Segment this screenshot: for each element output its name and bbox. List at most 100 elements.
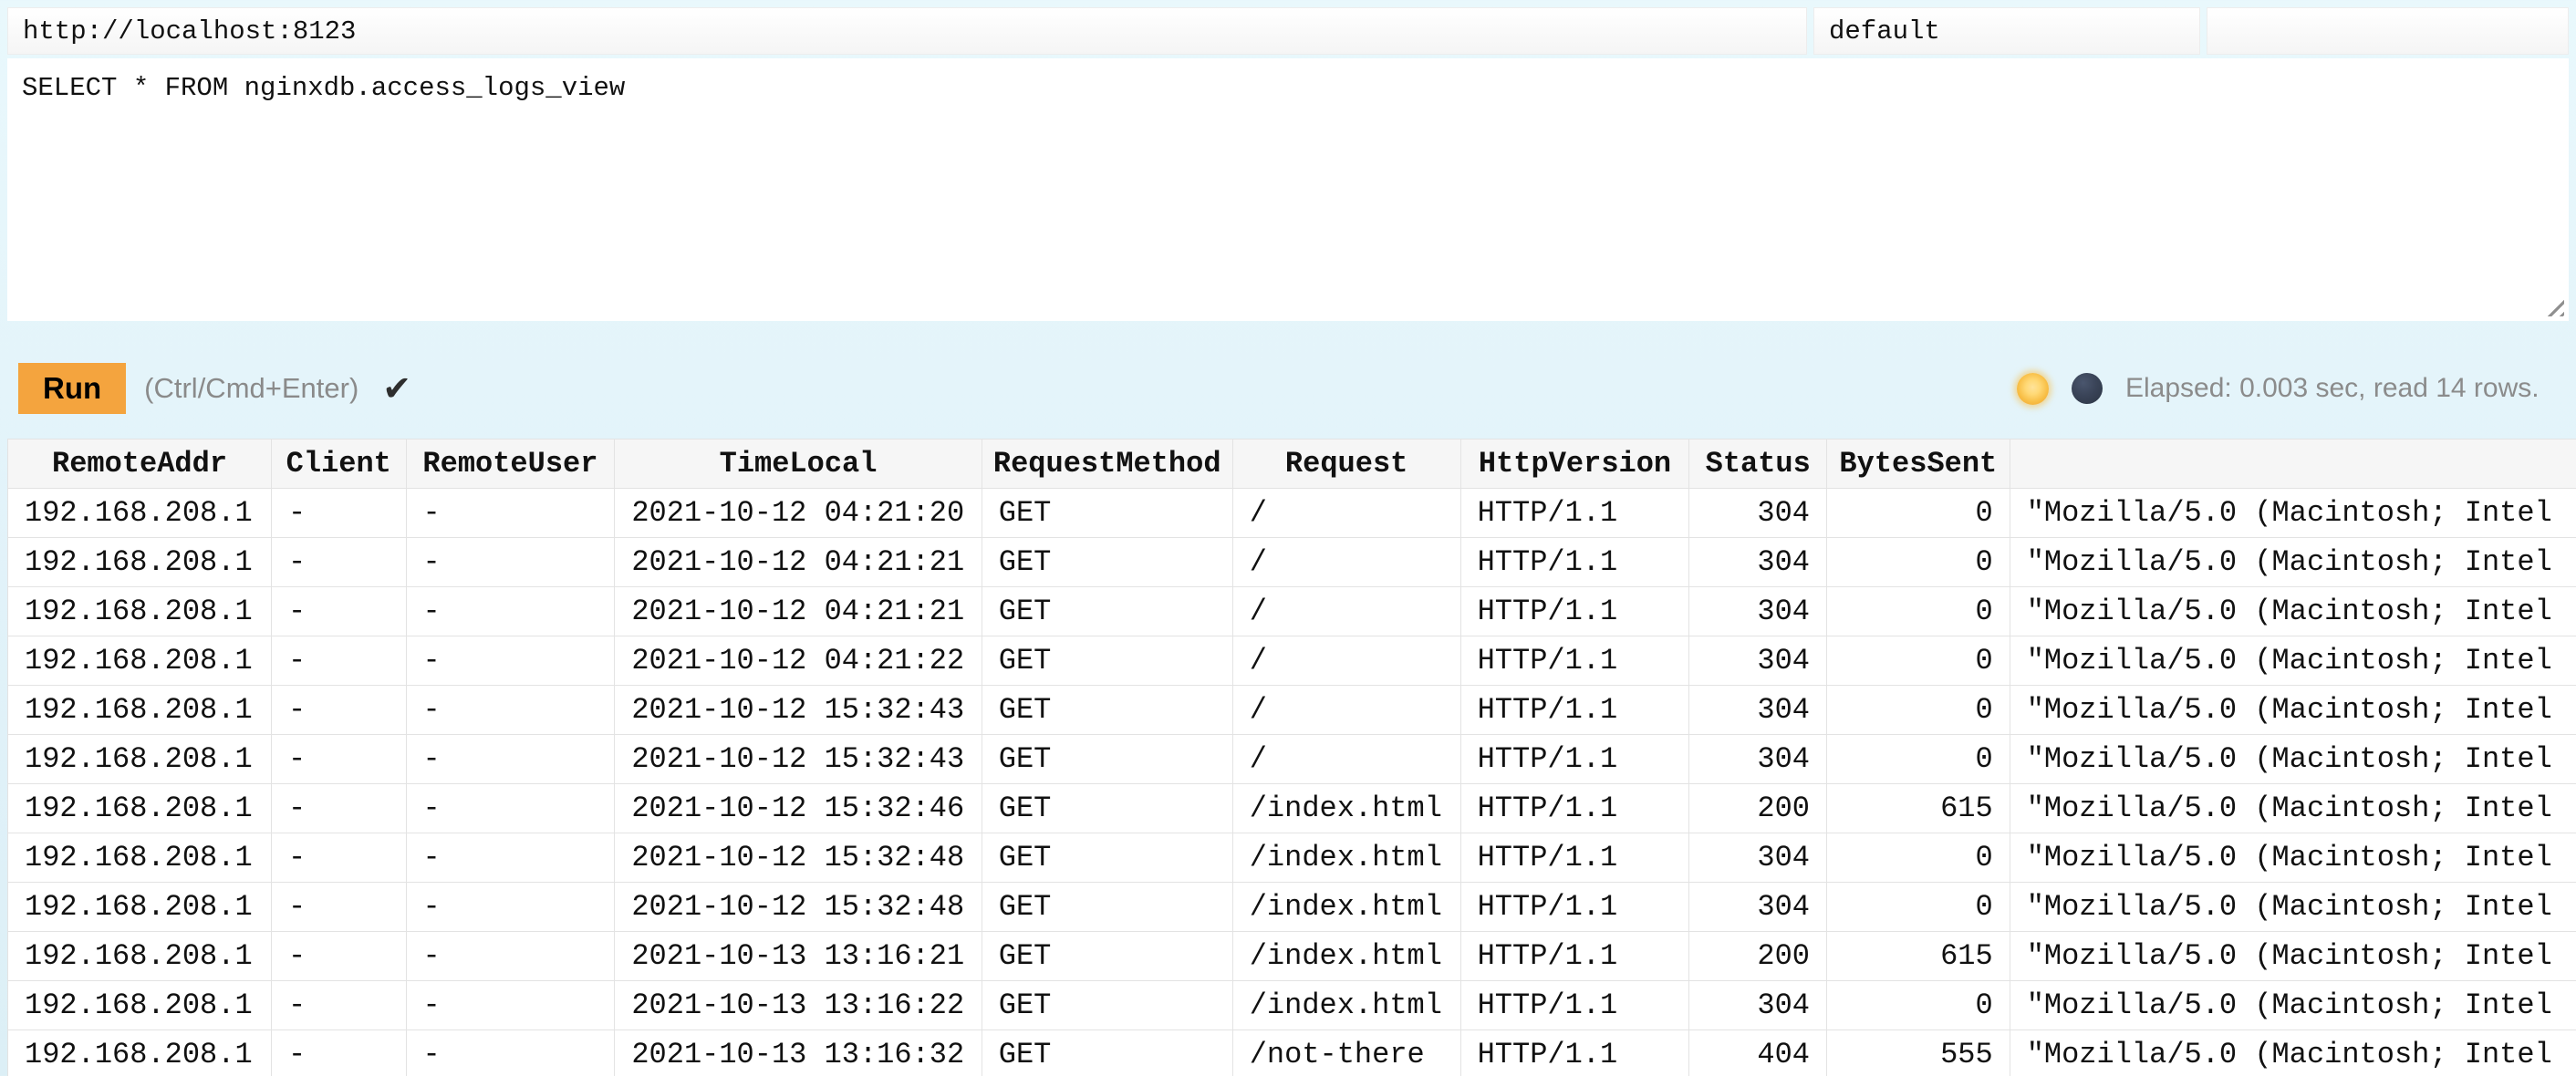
table-cell: /index.html bbox=[1232, 932, 1460, 981]
table-cell: / bbox=[1232, 587, 1460, 636]
table-cell: 304 bbox=[1689, 981, 1827, 1030]
table-cell: 0 bbox=[1826, 538, 2010, 587]
table-cell: "Mozilla/5.0 (Macintosh; Intel bbox=[2010, 636, 2576, 686]
sun-icon bbox=[2017, 373, 2049, 405]
table-cell: 192.168.208.1 bbox=[8, 489, 272, 538]
table-cell: 2021-10-12 15:32:46 bbox=[615, 784, 982, 833]
table-cell: "Mozilla/5.0 (Macintosh; Intel bbox=[2010, 883, 2576, 932]
table-cell: "Mozilla/5.0 (Macintosh; Intel bbox=[2010, 932, 2576, 981]
table-cell: "Mozilla/5.0 (Macintosh; Intel bbox=[2010, 833, 2576, 883]
table-cell: / bbox=[1232, 735, 1460, 784]
table-cell: GET bbox=[982, 538, 1232, 587]
server-url-input[interactable] bbox=[7, 7, 1807, 55]
table-cell: HTTP/1.1 bbox=[1460, 1030, 1689, 1076]
query-editor[interactable]: SELECT * FROM nginxdb.access_logs_view bbox=[7, 58, 2569, 321]
table-cell: 304 bbox=[1689, 538, 1827, 587]
password-input[interactable] bbox=[2207, 7, 2569, 55]
table-cell: - bbox=[406, 883, 615, 932]
table-row: 192.168.208.1--2021-10-12 04:21:21GET/HT… bbox=[8, 538, 2576, 587]
table-cell: "Mozilla/5.0 (Macintosh; Intel bbox=[2010, 587, 2576, 636]
table-row: 192.168.208.1--2021-10-12 15:32:43GET/HT… bbox=[8, 686, 2576, 735]
table-cell: 615 bbox=[1826, 932, 2010, 981]
dark-theme-button[interactable] bbox=[2072, 373, 2103, 404]
run-button[interactable]: Run bbox=[18, 363, 126, 414]
table-row: 192.168.208.1--2021-10-12 15:32:43GET/HT… bbox=[8, 735, 2576, 784]
table-cell: 200 bbox=[1689, 784, 1827, 833]
table-cell: - bbox=[272, 784, 407, 833]
table-cell: "Mozilla/5.0 (Macintosh; Intel bbox=[2010, 489, 2576, 538]
table-cell: "Mozilla/5.0 (Macintosh; Intel bbox=[2010, 1030, 2576, 1076]
table-cell: 304 bbox=[1689, 636, 1827, 686]
table-cell: 0 bbox=[1826, 735, 2010, 784]
table-cell: "Mozilla/5.0 (Macintosh; Intel bbox=[2010, 538, 2576, 587]
table-cell: 2021-10-12 04:21:21 bbox=[615, 538, 982, 587]
table-cell: /index.html bbox=[1232, 833, 1460, 883]
column-header: BytesSent bbox=[1826, 440, 2010, 489]
table-cell: HTTP/1.1 bbox=[1460, 784, 1689, 833]
column-header: RemoteAddr bbox=[8, 440, 272, 489]
table-cell: 0 bbox=[1826, 587, 2010, 636]
table-cell: - bbox=[406, 784, 615, 833]
table-cell: HTTP/1.1 bbox=[1460, 636, 1689, 686]
table-cell: 192.168.208.1 bbox=[8, 932, 272, 981]
table-cell: - bbox=[272, 735, 407, 784]
table-cell: 192.168.208.1 bbox=[8, 833, 272, 883]
table-cell: GET bbox=[982, 735, 1232, 784]
light-theme-button[interactable] bbox=[2017, 373, 2049, 405]
table-cell: / bbox=[1232, 538, 1460, 587]
table-cell: /index.html bbox=[1232, 883, 1460, 932]
table-cell: GET bbox=[982, 636, 1232, 686]
table-cell: 0 bbox=[1826, 686, 2010, 735]
table-cell: - bbox=[272, 686, 407, 735]
table-cell: 192.168.208.1 bbox=[8, 784, 272, 833]
clickhouse-play-app: SELECT * FROM nginxdb.access_logs_view R… bbox=[0, 0, 2576, 1076]
table-cell: - bbox=[406, 489, 615, 538]
table-cell: "Mozilla/5.0 (Macintosh; Intel bbox=[2010, 686, 2576, 735]
table-cell: - bbox=[272, 833, 407, 883]
table-cell: 192.168.208.1 bbox=[8, 538, 272, 587]
table-cell: HTTP/1.1 bbox=[1460, 686, 1689, 735]
table-cell: 0 bbox=[1826, 883, 2010, 932]
column-header: RemoteUser bbox=[406, 440, 615, 489]
table-cell: 304 bbox=[1689, 833, 1827, 883]
table-cell: 2021-10-13 13:16:22 bbox=[615, 981, 982, 1030]
table-cell: - bbox=[406, 538, 615, 587]
table-cell: HTTP/1.1 bbox=[1460, 587, 1689, 636]
table-cell: - bbox=[272, 981, 407, 1030]
table-cell: 404 bbox=[1689, 1030, 1827, 1076]
column-header: Request bbox=[1232, 440, 1460, 489]
username-input[interactable] bbox=[1813, 7, 2200, 55]
table-row: 192.168.208.1--2021-10-13 13:16:21GET/in… bbox=[8, 932, 2576, 981]
moon-icon bbox=[2072, 373, 2103, 404]
table-cell: "Mozilla/5.0 (Macintosh; Intel bbox=[2010, 784, 2576, 833]
results-table-head: RemoteAddrClientRemoteUserTimeLocalReque… bbox=[8, 440, 2576, 489]
table-cell: - bbox=[406, 833, 615, 883]
table-cell: 192.168.208.1 bbox=[8, 1030, 272, 1076]
table-cell: HTTP/1.1 bbox=[1460, 735, 1689, 784]
table-cell: HTTP/1.1 bbox=[1460, 538, 1689, 587]
table-cell: 0 bbox=[1826, 636, 2010, 686]
table-cell: GET bbox=[982, 883, 1232, 932]
column-header: Status bbox=[1689, 440, 1827, 489]
table-cell: / bbox=[1232, 489, 1460, 538]
table-cell: /index.html bbox=[1232, 981, 1460, 1030]
table-row: 192.168.208.1--2021-10-12 15:32:48GET/in… bbox=[8, 833, 2576, 883]
column-header: Client bbox=[272, 440, 407, 489]
table-cell: HTTP/1.1 bbox=[1460, 932, 1689, 981]
table-cell: GET bbox=[982, 932, 1232, 981]
results-table-body: 192.168.208.1--2021-10-12 04:21:20GET/HT… bbox=[8, 489, 2576, 1076]
table-cell: 2021-10-12 04:21:22 bbox=[615, 636, 982, 686]
table-cell: - bbox=[406, 1030, 615, 1076]
table-cell: 200 bbox=[1689, 932, 1827, 981]
table-row: 192.168.208.1--2021-10-12 04:21:21GET/HT… bbox=[8, 587, 2576, 636]
table-cell: - bbox=[272, 1030, 407, 1076]
toolbar-right-group: Elapsed: 0.003 sec, read 14 rows. bbox=[2017, 373, 2569, 405]
table-cell: GET bbox=[982, 587, 1232, 636]
table-cell: 2021-10-13 13:16:32 bbox=[615, 1030, 982, 1076]
table-cell: 0 bbox=[1826, 833, 2010, 883]
table-cell: 615 bbox=[1826, 784, 2010, 833]
table-cell: GET bbox=[982, 1030, 1232, 1076]
table-cell: HTTP/1.1 bbox=[1460, 981, 1689, 1030]
table-row: 192.168.208.1--2021-10-12 15:32:48GET/in… bbox=[8, 883, 2576, 932]
table-cell: 304 bbox=[1689, 587, 1827, 636]
